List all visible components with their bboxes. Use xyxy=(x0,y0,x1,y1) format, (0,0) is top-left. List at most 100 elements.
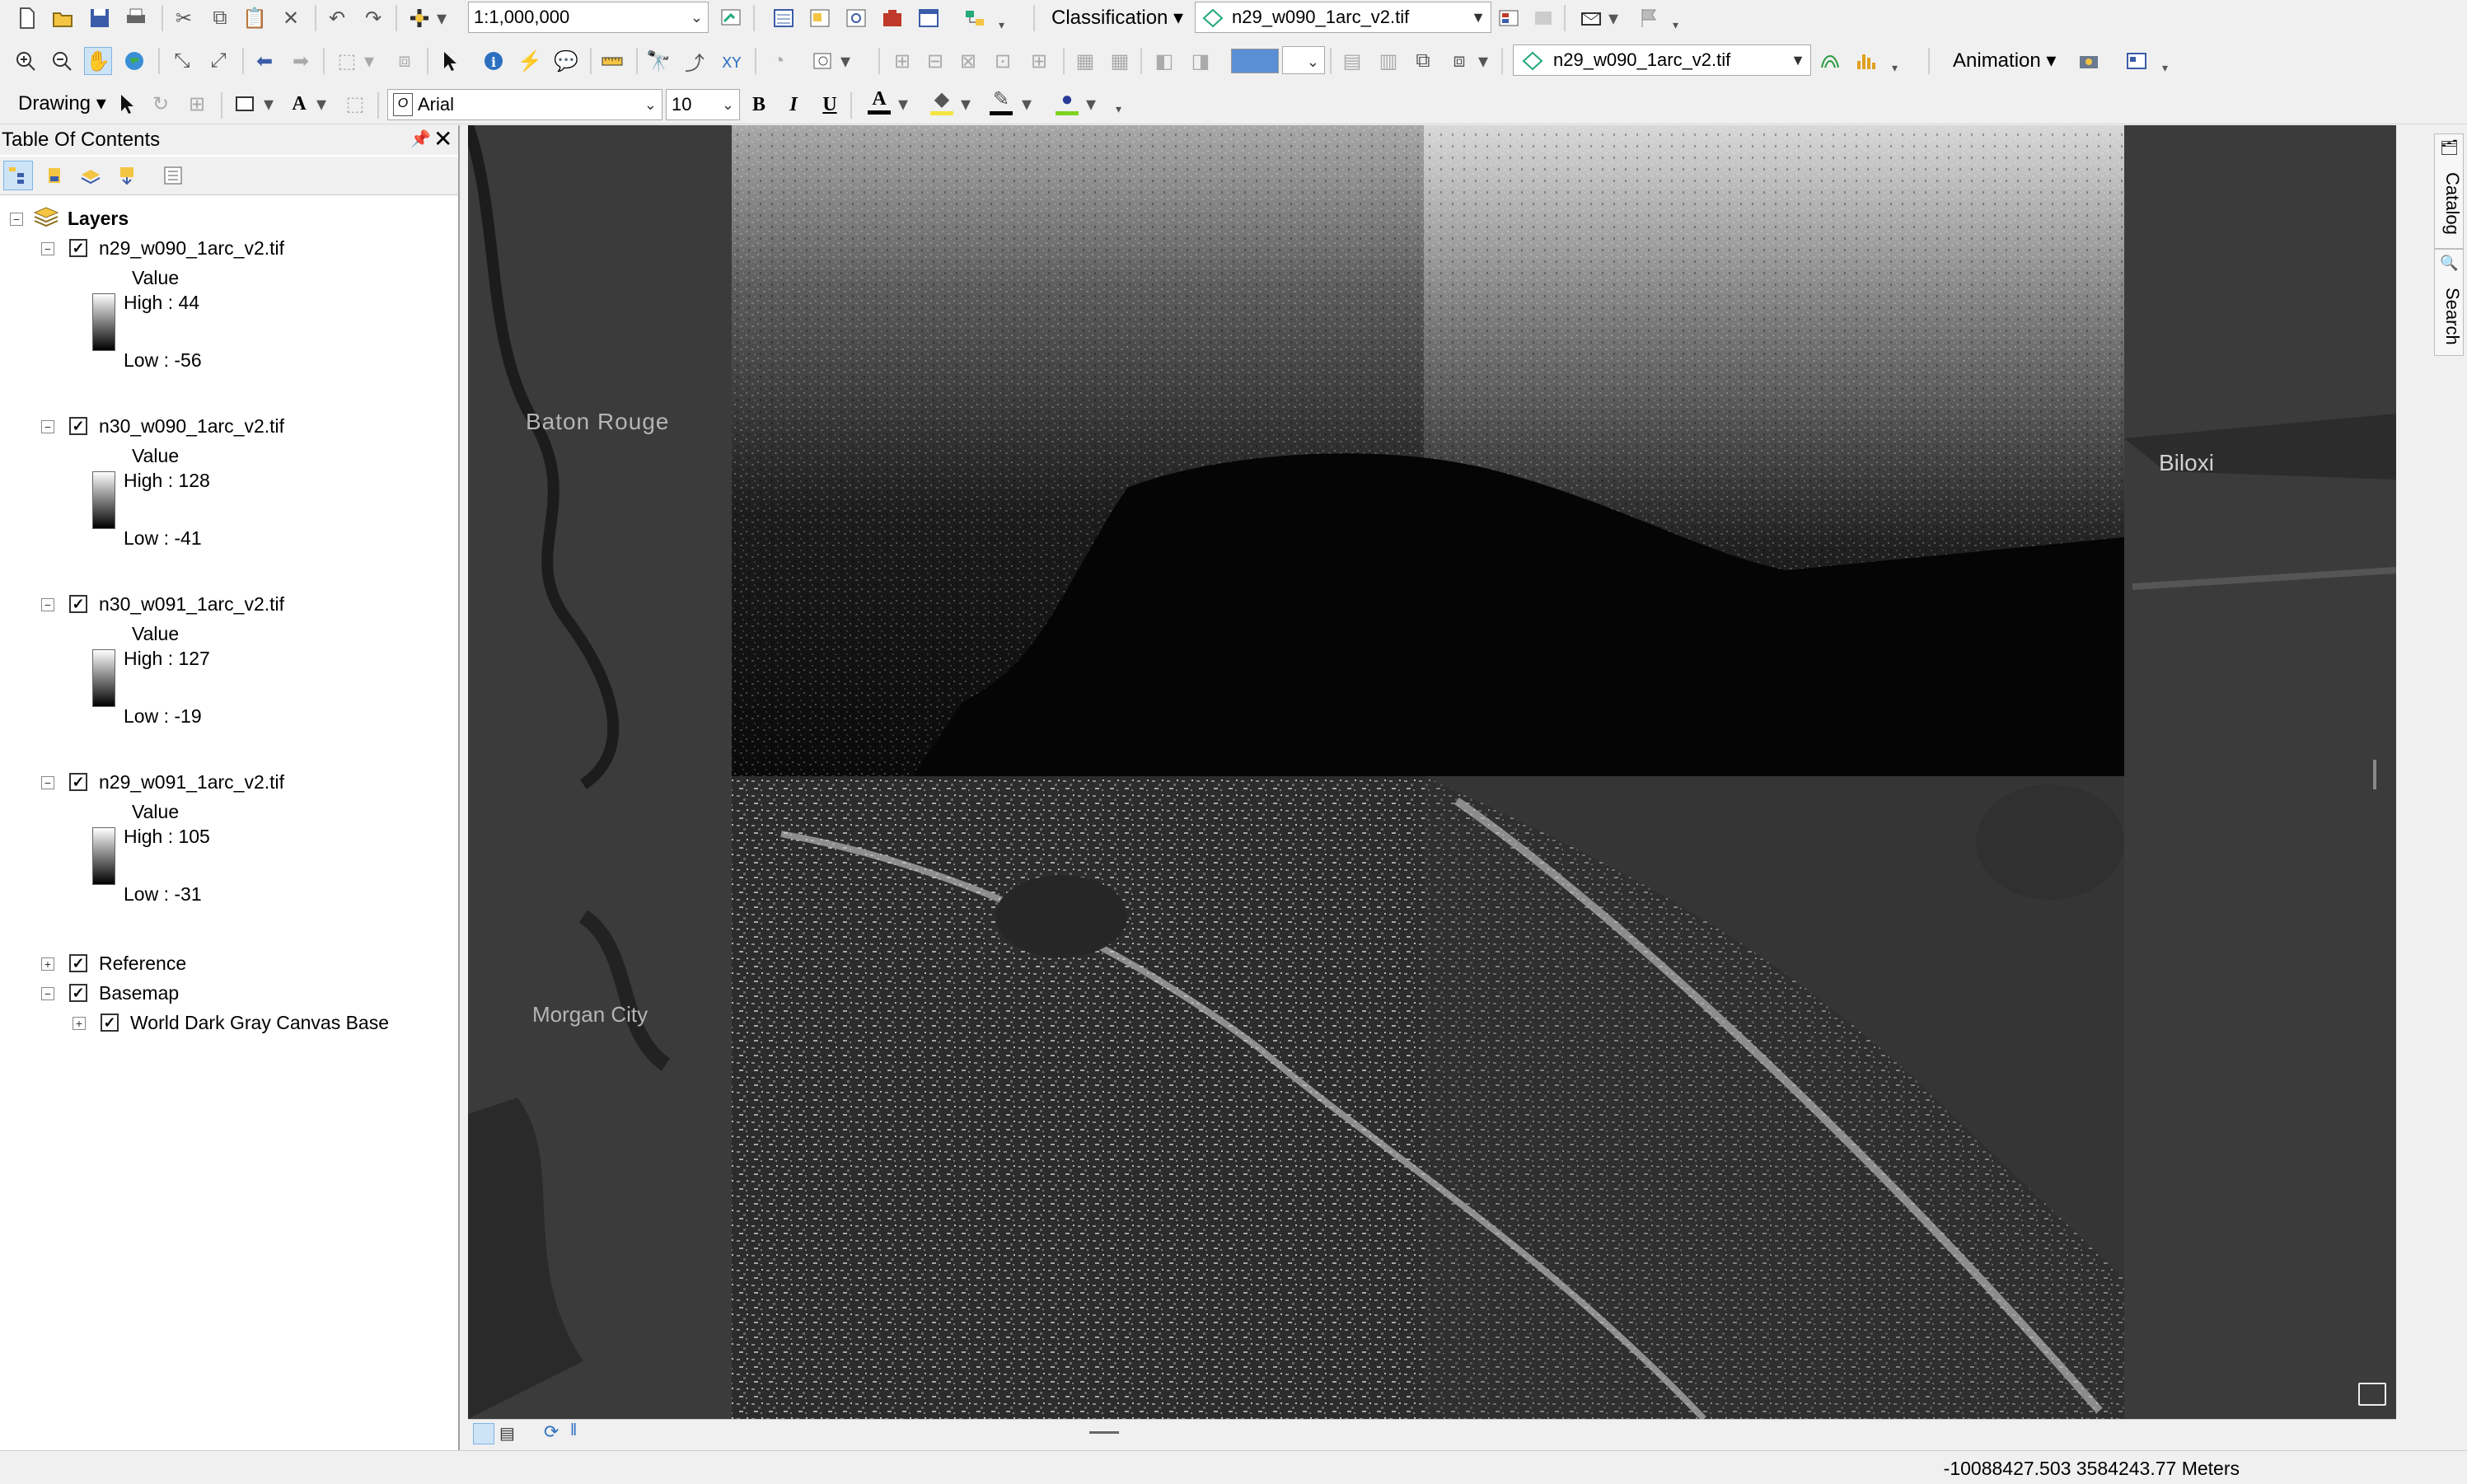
chevron-down-icon[interactable]: ▾ xyxy=(895,90,911,118)
toolbar-overflow-icon[interactable]: ▾ xyxy=(1116,102,1126,117)
chevron-down-icon[interactable]: ▾ xyxy=(837,47,854,75)
transparency-swatch[interactable] xyxy=(1231,49,1279,73)
arctoolbox-icon[interactable] xyxy=(878,4,906,32)
save-icon[interactable] xyxy=(86,4,114,32)
training-sample-icon[interactable] xyxy=(1529,4,1557,32)
model-builder-icon[interactable] xyxy=(961,4,989,32)
bold-button[interactable]: B xyxy=(745,91,773,119)
hyperlink-lightning-icon[interactable]: ⚡ xyxy=(516,47,544,75)
refresh-icon[interactable]: ⟳ xyxy=(544,1421,559,1443)
select-arrow-icon[interactable] xyxy=(112,90,140,118)
zoom-to-selected-icon[interactable]: ⊞ xyxy=(183,90,211,118)
html-popup-icon[interactable]: 💬 xyxy=(552,47,580,75)
table-of-contents-icon[interactable] xyxy=(770,4,798,32)
print-icon[interactable] xyxy=(122,4,150,32)
go-to-xy-icon[interactable]: XY xyxy=(717,47,745,75)
search-window-icon[interactable] xyxy=(842,4,870,32)
full-extent-globe-icon[interactable] xyxy=(120,47,148,75)
new-document-icon[interactable] xyxy=(13,4,41,32)
open-folder-icon[interactable] xyxy=(49,4,77,32)
marker-color-icon[interactable]: ● xyxy=(1053,87,1081,115)
layer-name[interactable]: n30_w091_1arc_v2.tif xyxy=(99,593,284,616)
select-elements-arrow-icon[interactable] xyxy=(435,47,463,75)
georef-tool-1-icon[interactable]: ⊞ xyxy=(888,47,916,75)
chevron-down-icon[interactable]: ▾ xyxy=(1475,47,1491,75)
select-features-icon[interactable]: ⬚ xyxy=(333,47,361,75)
animation-manager-icon[interactable] xyxy=(2123,47,2151,75)
find-route-icon[interactable]: ⤴ xyxy=(681,47,709,75)
zoom-in-icon[interactable] xyxy=(12,47,40,75)
animation-menu[interactable]: Animation ▾ xyxy=(1953,48,2056,74)
classify-icon[interactable] xyxy=(1495,4,1523,32)
pan-hand-icon[interactable]: ✋ xyxy=(84,47,112,75)
cut-icon[interactable]: ✂ xyxy=(170,4,198,32)
layout-tool-2-icon[interactable]: ▥ xyxy=(1374,47,1402,75)
pause-drawing-icon[interactable]: ‖ xyxy=(570,1421,577,1440)
effects-tool-2-icon[interactable]: ▦ xyxy=(1106,47,1134,75)
layers-root-label[interactable]: Layers xyxy=(68,208,129,230)
catalog-dock-tab[interactable]: 🗂 Catalog xyxy=(2434,133,2464,249)
map-scale-combo[interactable]: 1:1,000,000 ⌄ xyxy=(468,2,709,33)
pin-icon[interactable]: 📌 xyxy=(410,129,431,149)
effects-tool-1-icon[interactable]: ▦ xyxy=(1071,47,1099,75)
flag-icon[interactable] xyxy=(1635,4,1663,32)
georef-tool-4-icon[interactable]: ⊡ xyxy=(989,47,1017,75)
classification-menu[interactable]: Classification ▾ xyxy=(1051,5,1183,31)
redo-icon[interactable]: ↷ xyxy=(359,4,387,32)
list-by-drawing-order-icon[interactable] xyxy=(3,161,33,190)
classification-layer-combo[interactable]: n29_w090_1arc_v2.tif ▼ xyxy=(1195,2,1491,33)
list-by-visibility-icon[interactable] xyxy=(76,161,105,190)
data-view-icon[interactable] xyxy=(473,1423,494,1444)
rotate-icon[interactable]: ↻ xyxy=(147,90,175,118)
chevron-down-icon[interactable]: ▾ xyxy=(957,90,974,118)
find-binoculars-icon[interactable]: 🔭 xyxy=(644,47,672,75)
expand-toggle[interactable]: + xyxy=(73,1017,86,1030)
chevron-down-icon[interactable]: ▾ xyxy=(260,90,277,118)
chevron-down-icon[interactable]: ▾ xyxy=(433,4,450,32)
basemap-group-label[interactable]: Basemap xyxy=(99,982,179,1004)
layer-name[interactable]: n29_w091_1arc_v2.tif xyxy=(99,771,284,793)
time-slider-icon[interactable]: ◔ xyxy=(765,47,793,75)
map-comments-icon[interactable] xyxy=(2358,1383,2386,1406)
layout-tool-4-icon[interactable]: ⧈ xyxy=(1445,47,1473,75)
paste-icon[interactable]: 📋 xyxy=(241,4,269,32)
expand-toggle[interactable]: + xyxy=(41,957,54,971)
layer-visibility-checkbox[interactable]: ✓ xyxy=(69,954,87,972)
layer-visibility-checkbox[interactable]: ✓ xyxy=(69,239,87,257)
measure-ruler-icon[interactable] xyxy=(598,47,626,75)
text-tool-icon[interactable]: A xyxy=(285,90,313,118)
histogram-icon[interactable] xyxy=(1852,47,1880,75)
drawing-menu[interactable]: Drawing ▾ xyxy=(18,91,106,117)
basemap-layer-label[interactable]: World Dark Gray Canvas Base xyxy=(130,1012,389,1034)
georef-tool-2-icon[interactable]: ⊟ xyxy=(921,47,949,75)
reference-group-label[interactable]: Reference xyxy=(99,953,186,975)
toolbar-overflow-icon[interactable]: ▾ xyxy=(1892,61,1902,76)
collapse-toggle[interactable]: − xyxy=(41,242,54,255)
search-dock-tab[interactable]: 🔍 Search xyxy=(2434,249,2464,356)
fixed-zoom-out-icon[interactable]: ⤢ xyxy=(204,47,232,75)
back-arrow-icon[interactable]: ⬅ xyxy=(250,47,279,75)
map-view[interactable]: Baton Rouge Biloxi Morgan City xyxy=(468,125,2396,1419)
tools-layer-combo[interactable]: n29_w090_1arc_v2.tif ▼ xyxy=(1513,44,1811,76)
clear-selection-icon[interactable]: ⧈ xyxy=(391,47,419,75)
layer-visibility-checkbox[interactable]: ✓ xyxy=(69,773,87,791)
collapse-toggle[interactable]: − xyxy=(10,213,23,226)
fixed-zoom-in-icon[interactable]: ⤡ xyxy=(168,47,196,75)
capture-view-camera-icon[interactable] xyxy=(2075,47,2103,75)
catalog-window-icon[interactable] xyxy=(806,4,834,32)
georef-tool-3-icon[interactable]: ⊠ xyxy=(954,47,982,75)
flicker-icon[interactable]: ◨ xyxy=(1187,47,1215,75)
toolbar-overflow-icon[interactable]: ▾ xyxy=(999,18,1009,33)
python-window-icon[interactable] xyxy=(915,4,943,32)
draw-polygon-icon[interactable] xyxy=(1577,4,1605,32)
create-viewer-window-icon[interactable] xyxy=(809,47,837,75)
delete-icon[interactable]: ✕ xyxy=(277,4,305,32)
font-color-button[interactable]: A xyxy=(865,87,893,115)
zoom-out-icon[interactable] xyxy=(48,47,76,75)
collapse-toggle[interactable]: − xyxy=(41,776,54,789)
list-by-selection-icon[interactable] xyxy=(112,161,142,190)
identify-icon[interactable]: i xyxy=(480,47,508,75)
rectangle-icon[interactable] xyxy=(231,90,259,118)
options-icon[interactable] xyxy=(158,161,188,190)
fill-color-bucket-icon[interactable]: ◆ xyxy=(928,87,956,115)
